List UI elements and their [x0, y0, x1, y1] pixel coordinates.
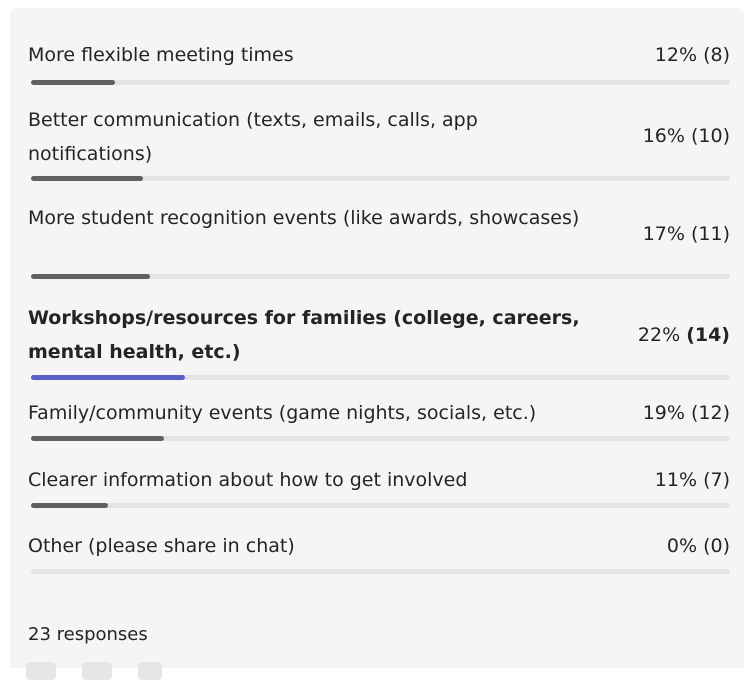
- poll-option-count: (10): [690, 125, 730, 147]
- poll-option-percent: 17%: [642, 223, 685, 245]
- poll-option: Better communication (texts, emails, cal…: [28, 103, 730, 182]
- poll-option-count: (11): [690, 223, 730, 245]
- poll-option-percent: 22%: [637, 324, 681, 346]
- poll-option-bar-fill: [31, 80, 115, 85]
- poll-option: Family/community events (game nights, so…: [28, 396, 730, 442]
- poll-option-count: (8): [703, 44, 730, 66]
- poll-option-bar-track: [31, 80, 730, 85]
- poll-option-percent: 16%: [642, 125, 685, 147]
- poll-option-result: 11% (7): [655, 463, 730, 497]
- poll-option-bar-track: [31, 274, 730, 279]
- poll-option-label: Workshops/resources for families (colleg…: [28, 307, 580, 363]
- poll-option-count: (7): [703, 469, 730, 491]
- poll-option-bar-fill: [31, 274, 150, 279]
- poll-option-label: Other (please share in chat): [28, 535, 295, 557]
- poll-option-result: 17% (11): [643, 217, 730, 251]
- poll-results-card: More flexible meeting times 12% (8) Bett…: [10, 8, 744, 680]
- poll-option-result: 0% (0): [667, 529, 730, 563]
- poll-option-bar-fill: [31, 375, 185, 380]
- poll-option-percent: 11%: [654, 469, 698, 491]
- poll-option-label: Family/community events (game nights, so…: [28, 402, 537, 424]
- reaction-button[interactable]: [138, 662, 162, 680]
- poll-option-count: (12): [690, 402, 730, 424]
- poll-option: More student recognition events (like aw…: [28, 201, 730, 280]
- poll-option-label: Clearer information about how to get inv…: [28, 469, 468, 491]
- poll-option-bar-track: [31, 436, 730, 441]
- poll-option: Other (please share in chat) 0% (0): [28, 529, 730, 575]
- poll-option-percent: 12%: [654, 44, 698, 66]
- poll-option-result: 19% (12): [643, 396, 730, 430]
- poll-option-result: 12% (8): [655, 38, 730, 72]
- reaction-bar: [26, 662, 246, 680]
- poll-option-bar-track: [31, 503, 730, 508]
- poll-option-label: More student recognition events (like aw…: [28, 207, 580, 229]
- poll-option-bar-track: [31, 375, 730, 380]
- poll-option-count: (0): [703, 535, 730, 557]
- response-count: 23 responses: [28, 624, 148, 645]
- reaction-button[interactable]: [26, 662, 56, 680]
- poll-option: More flexible meeting times 12% (8): [28, 38, 730, 86]
- poll-option-percent: 0%: [666, 535, 698, 557]
- poll-option-bar-track: [31, 569, 730, 574]
- poll-option-bar-fill: [31, 436, 164, 441]
- poll-option-label: More flexible meeting times: [28, 44, 294, 66]
- poll-option-result: 22% (14): [638, 318, 730, 352]
- poll-option-percent: 19%: [642, 402, 685, 424]
- reaction-button[interactable]: [82, 662, 112, 680]
- poll-option-label: Better communication (texts, emails, cal…: [28, 109, 478, 165]
- poll-option-selected: Workshops/resources for families (colleg…: [28, 301, 730, 381]
- poll-option-result: 16% (10): [643, 119, 730, 153]
- poll-option-bar-track: [31, 176, 730, 181]
- poll-option-bar-fill: [31, 503, 108, 508]
- poll-option: Clearer information about how to get inv…: [28, 463, 730, 509]
- poll-option-count: (14): [686, 324, 730, 346]
- poll-option-bar-fill: [31, 176, 143, 181]
